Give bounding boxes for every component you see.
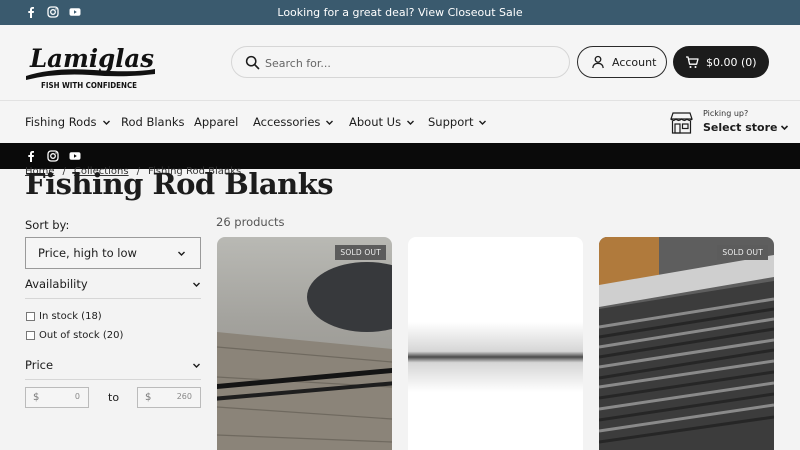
price-label: Price (25, 358, 54, 372)
nav-item-label: Fishing Rods (25, 115, 97, 129)
divider (25, 298, 201, 299)
checkbox-box[interactable] (26, 312, 35, 321)
account-label: Account (612, 55, 657, 69)
nav-item-fishing-rods[interactable]: Fishing Rods (25, 115, 111, 129)
nav-item-label: Support (428, 115, 474, 129)
chevron-down-icon (193, 363, 200, 368)
account-button[interactable]: Account (577, 46, 667, 78)
out-of-stock-checkbox[interactable]: Out of stock (20) (26, 330, 123, 341)
availability-label: Availability (25, 277, 88, 291)
chevron-down-icon (326, 120, 334, 125)
checkbox-label: Out of stock (20) (39, 330, 124, 341)
chevron-down-icon (102, 120, 110, 125)
availability-filter-toggle[interactable]: Availability (25, 277, 201, 291)
price-min-input[interactable]: $ 0 (25, 387, 89, 408)
svg-text:FISH WITH CONFIDENCE: FISH WITH CONFIDENCE (41, 80, 137, 90)
announcement-link[interactable]: Looking for a great deal? View Closeout … (0, 6, 800, 19)
instagram-icon[interactable] (47, 150, 59, 162)
cart-icon (686, 56, 699, 68)
product-image (599, 237, 774, 450)
chevron-down-icon (193, 282, 200, 287)
currency-symbol: $ (145, 392, 152, 403)
currency-symbol: $ (33, 392, 40, 403)
price-range-separator: to (108, 391, 120, 404)
product-count: 26 products (216, 215, 285, 229)
nav-item-label: Apparel (194, 115, 239, 129)
facebook-icon[interactable] (25, 150, 37, 162)
social-bar-icons (25, 150, 81, 162)
chevron-down-icon (178, 251, 185, 256)
sold-out-badge: SOLD OUT (717, 245, 768, 260)
product-image (408, 237, 583, 450)
search-input[interactable] (265, 53, 555, 73)
cart-button[interactable]: $0.00 (0) (673, 46, 769, 78)
sort-select-value: Price, high to low (38, 246, 137, 260)
search-icon (245, 55, 260, 70)
store-select-label: Select store (703, 121, 778, 134)
youtube-icon[interactable] (69, 150, 81, 162)
store-select[interactable]: Select store (703, 121, 789, 134)
chevron-down-icon (407, 120, 415, 125)
price-max-input[interactable]: $ 260 (137, 387, 201, 408)
site-header: Lamiglas FISH WITH CONFIDENCE Account $0… (0, 25, 800, 101)
checkbox-label: In stock (18) (39, 311, 102, 322)
announcement-bar: Looking for a great deal? View Closeout … (0, 0, 800, 25)
in-stock-checkbox[interactable]: In stock (18) (26, 311, 102, 322)
product-card[interactable]: SOLD OUT (217, 237, 392, 450)
svg-text:Lamiglas: Lamiglas (29, 44, 154, 73)
user-icon (592, 55, 604, 69)
nav-item-label: Accessories (253, 115, 321, 129)
product-image (217, 237, 392, 450)
checkbox-box[interactable] (26, 331, 35, 340)
chevron-down-icon (479, 120, 487, 125)
search-bar[interactable] (231, 46, 570, 78)
sold-out-badge: SOLD OUT (335, 245, 386, 260)
nav-item-rod-blanks[interactable]: Rod Blanks (121, 115, 185, 129)
divider (25, 379, 201, 380)
store-prompt: Picking up? (703, 109, 749, 118)
store-icon (670, 112, 693, 134)
nav-item-accessories[interactable]: Accessories (253, 115, 334, 129)
main-nav: Fishing Rods Rod Blanks Apparel Accessor… (0, 101, 800, 143)
price-max-placeholder: 260 (176, 392, 192, 401)
product-card[interactable]: SOLD OUT (599, 237, 774, 450)
price-min-placeholder: 0 (74, 392, 80, 401)
sort-select[interactable]: Price, high to low (25, 237, 201, 269)
nav-item-label: About Us (349, 115, 402, 129)
page-title: Fishing Rod Blanks (25, 167, 334, 201)
chevron-down-icon (781, 125, 789, 131)
nav-item-label: Rod Blanks (121, 115, 185, 129)
nav-item-support[interactable]: Support (428, 115, 487, 129)
nav-item-about-us[interactable]: About Us (349, 115, 415, 129)
sort-label: Sort by: (25, 218, 70, 232)
nav-item-apparel[interactable]: Apparel (194, 115, 238, 129)
cart-label: $0.00 (0) (706, 55, 757, 69)
brand-logo[interactable]: Lamiglas FISH WITH CONFIDENCE (24, 36, 158, 90)
price-filter-toggle[interactable]: Price (25, 358, 201, 372)
product-card[interactable] (408, 237, 583, 450)
